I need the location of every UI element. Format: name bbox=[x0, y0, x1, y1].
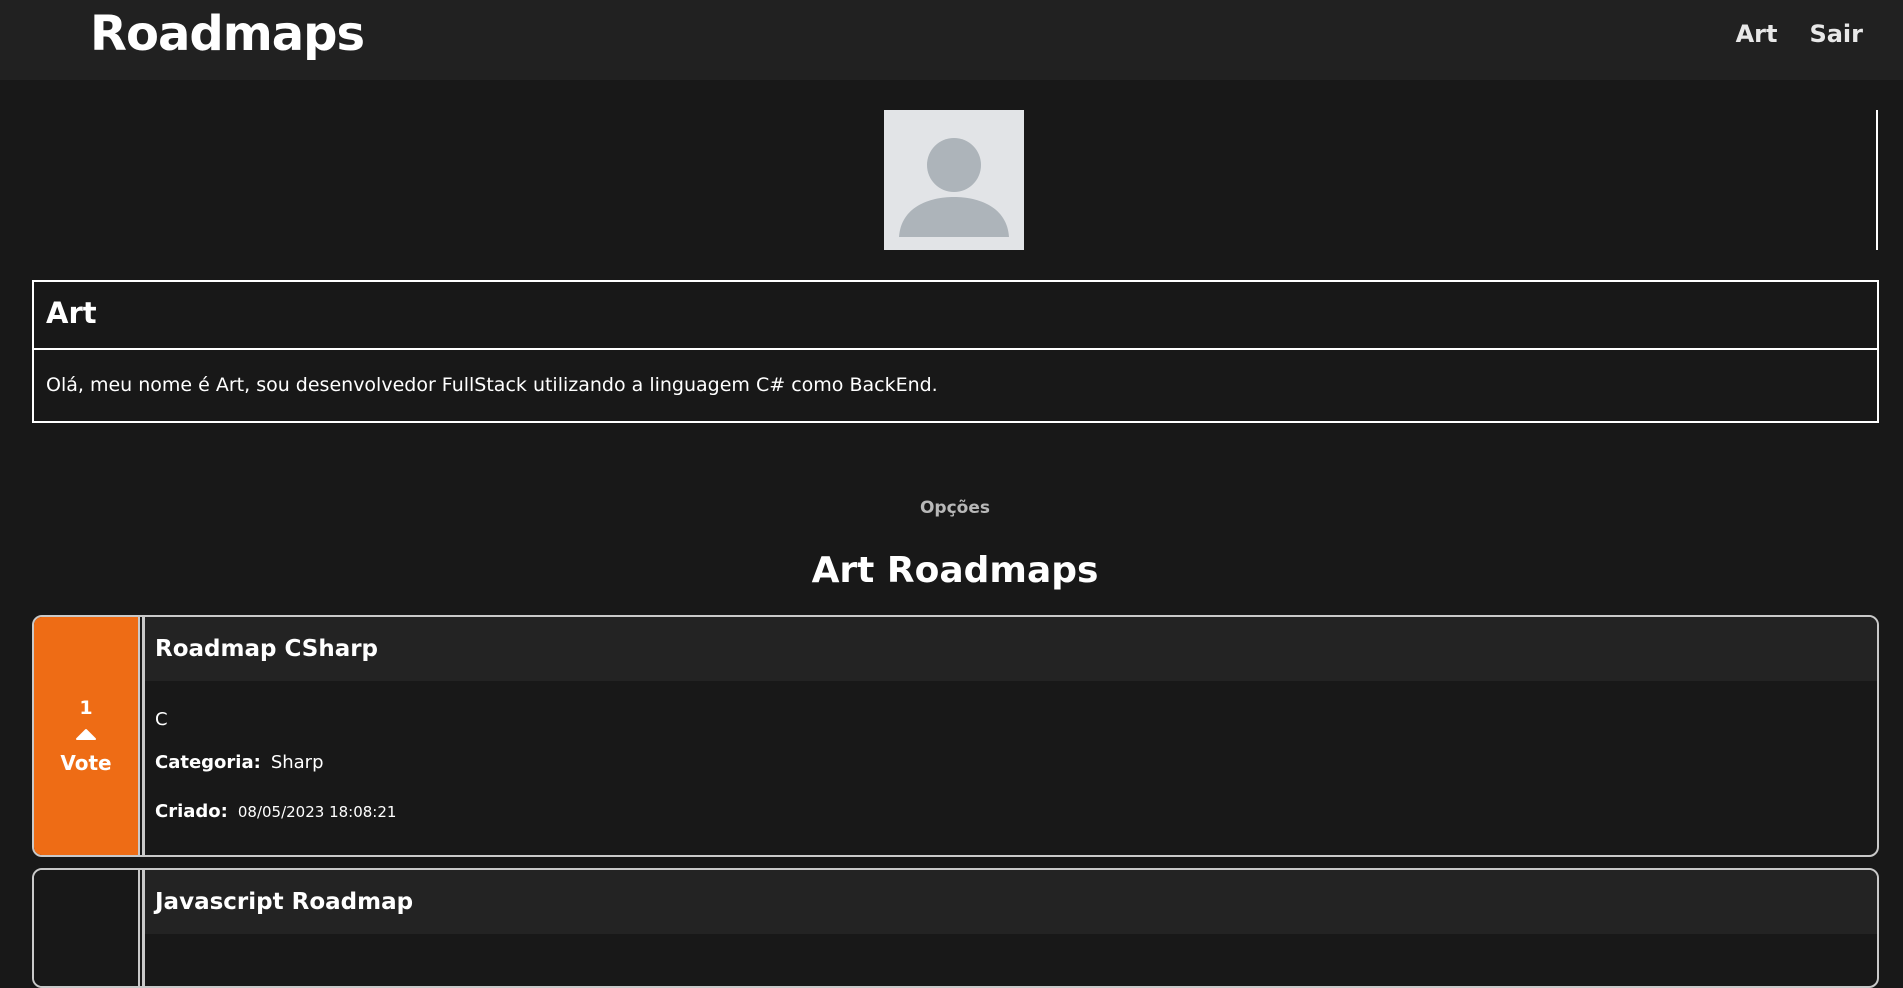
profile-bio: Olá, meu nome é Art, sou desenvolvedor F… bbox=[46, 374, 938, 396]
roadmap-card-body: Roadmap CSharp C Categoria: Sharp Criado… bbox=[142, 617, 1877, 855]
category-value: Sharp bbox=[270, 752, 324, 773]
roadmap-description: C bbox=[155, 709, 168, 730]
user-placeholder-icon bbox=[899, 138, 1009, 237]
roadmap-card-body: Javascript Roadmap bbox=[142, 870, 1877, 986]
vote-label: Vote bbox=[60, 751, 112, 775]
vote-button[interactable]: 1 Vote bbox=[34, 617, 140, 855]
options-link[interactable]: Opções bbox=[0, 498, 1903, 518]
nav-link-logout[interactable]: Sair bbox=[1809, 20, 1863, 48]
brand-title[interactable]: Roadmaps bbox=[90, 6, 365, 62]
created-label: Criado: bbox=[155, 801, 228, 822]
nav-links: Art Sair bbox=[1736, 20, 1863, 48]
roadmap-card[interactable]: 1 Vote Roadmap CSharp C Categoria: Sharp… bbox=[32, 615, 1879, 857]
created-value: 08/05/2023 18:08:21 bbox=[237, 803, 397, 821]
avatar bbox=[884, 110, 1024, 250]
vote-button[interactable] bbox=[34, 870, 140, 986]
roadmap-title[interactable]: Roadmap CSharp bbox=[145, 617, 1877, 681]
roadmap-created: Criado: 08/05/2023 18:08:21 bbox=[145, 801, 1877, 822]
roadmap-title[interactable]: Javascript Roadmap bbox=[145, 870, 1877, 934]
scroll-edge-line bbox=[1876, 110, 1878, 250]
top-navbar: Roadmaps Art Sair bbox=[0, 0, 1903, 80]
caret-up-icon bbox=[76, 729, 96, 740]
vote-count: 1 bbox=[79, 697, 93, 719]
profile-name: Art bbox=[34, 282, 1877, 350]
nav-link-profile[interactable]: Art bbox=[1736, 20, 1778, 48]
roadmap-card[interactable]: Javascript Roadmap bbox=[32, 868, 1879, 988]
section-title: Art Roadmaps bbox=[811, 550, 1099, 591]
category-label: Categoria: bbox=[155, 752, 261, 773]
profile-card: Art Olá, meu nome é Art, sou desenvolved… bbox=[32, 280, 1879, 423]
roadmap-category: Categoria: Sharp bbox=[145, 752, 1877, 773]
